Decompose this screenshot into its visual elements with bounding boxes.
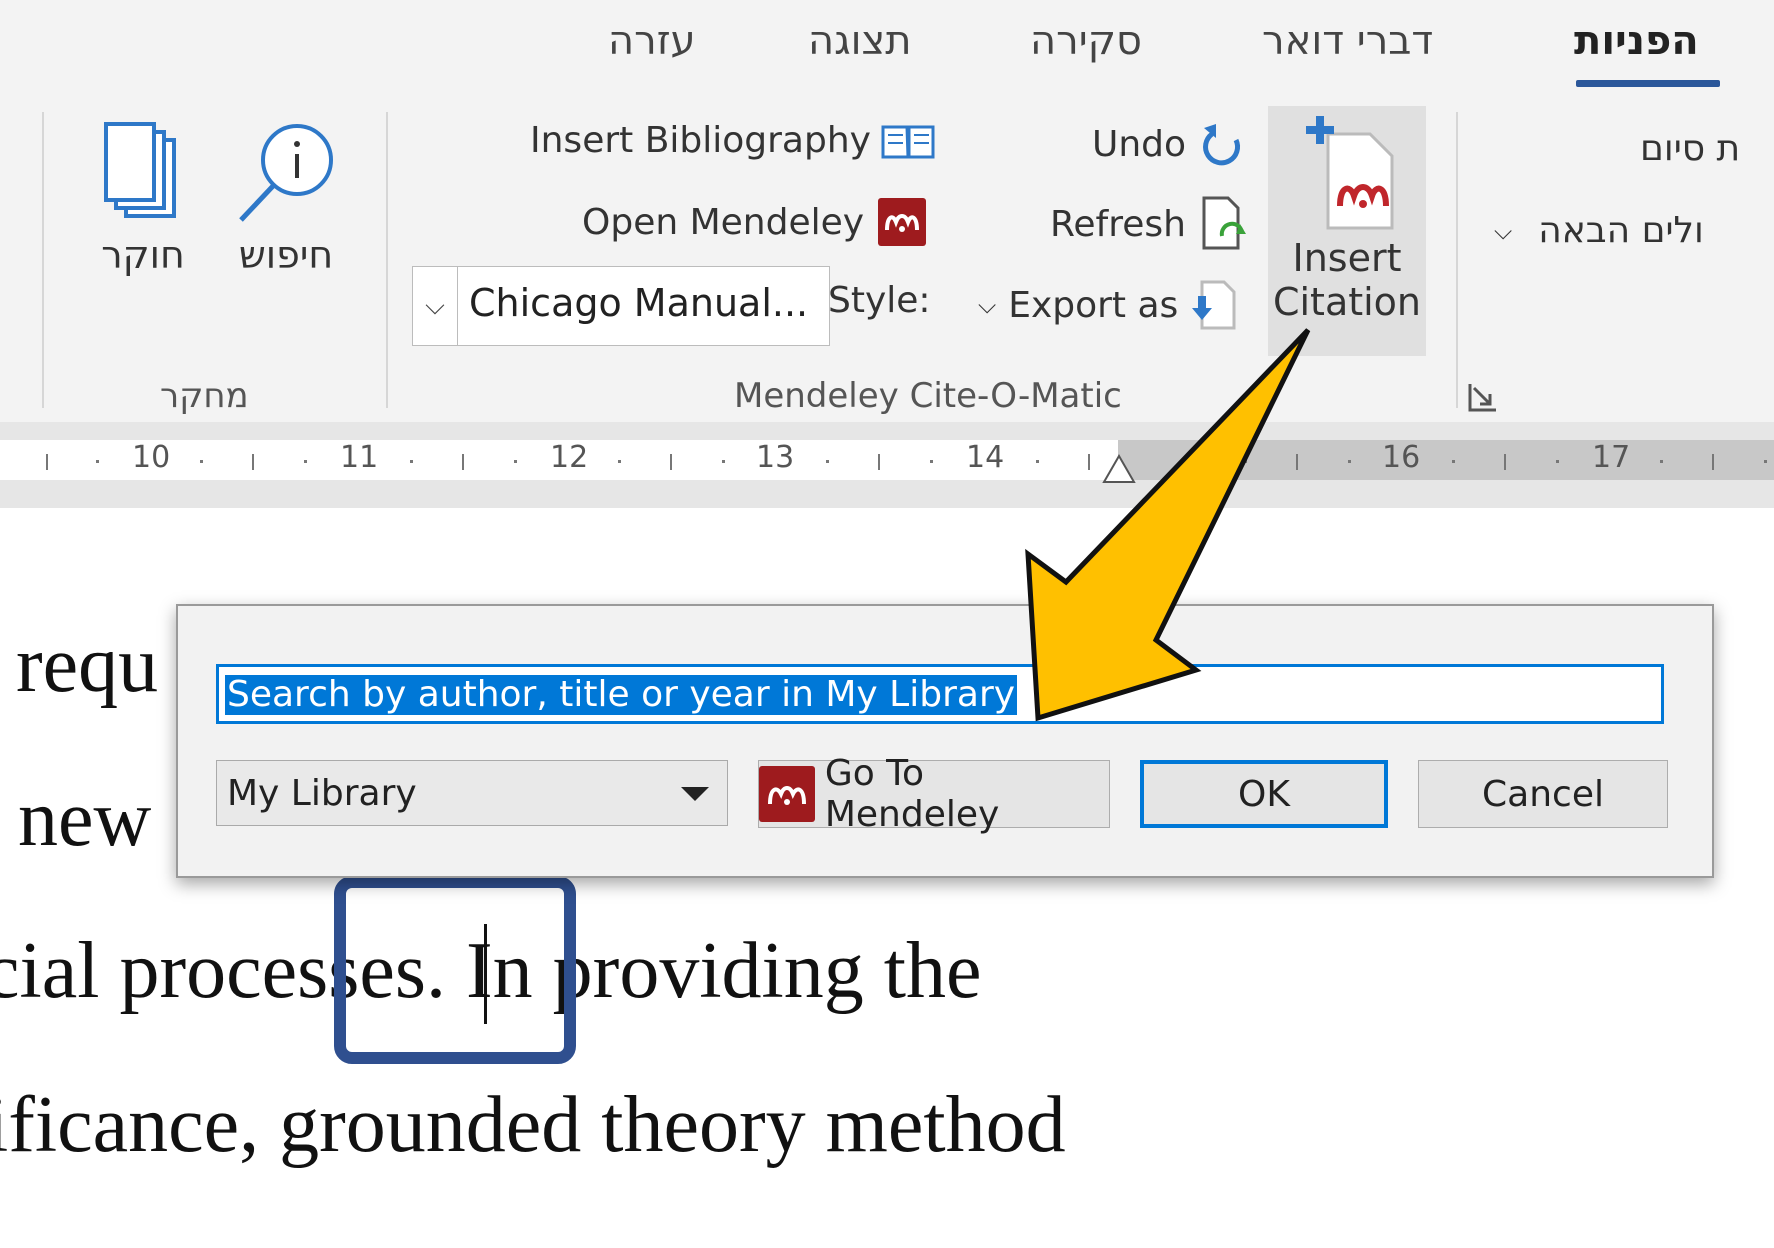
ruler-number: 10 (132, 440, 171, 475)
mendeley-logo-icon (759, 766, 815, 822)
search-placeholder-text: Search by author, title or year in My Li… (225, 674, 1018, 715)
ruler-margin-shade (1118, 440, 1774, 480)
refresh-icon (1202, 196, 1246, 250)
search-label: חיפוש (238, 233, 334, 277)
insert-citation-dialog: Search by author, title or year in My Li… (176, 604, 1714, 878)
dropdown-arrow-icon (681, 787, 709, 801)
indent-marker-icon[interactable] (1102, 454, 1136, 484)
document-line[interactable]: ificance, grounded theory method (0, 1080, 1066, 1171)
library-select-value: My Library (227, 773, 417, 814)
citation-style-value: Chicago Manual... (469, 281, 809, 325)
open-mendeley-label: Open Mendeley (582, 201, 865, 243)
group-divider (42, 112, 44, 408)
ok-button[interactable]: OK (1140, 760, 1388, 828)
go-to-mendeley-label: Go To Mendeley (824, 753, 1000, 835)
go-to-mendeley-button[interactable]: Go To Mendeley (758, 753, 1110, 835)
insert-citation-label-line2: Citation (1272, 280, 1422, 324)
tab-review[interactable]: סקירה (1030, 18, 1142, 64)
researcher-icon (104, 122, 176, 218)
insert-bibliography-button[interactable]: Insert Bibliography (530, 120, 935, 161)
tab-references[interactable]: הפניות (1574, 18, 1699, 64)
citation-style-select[interactable]: ⌵ Chicago Manual... (412, 266, 830, 346)
active-tab-underline (1576, 80, 1720, 87)
researcher-label: חוקר (101, 233, 185, 277)
search-info-icon (239, 124, 333, 222)
undo-button[interactable]: Undo (1092, 120, 1246, 168)
insert-citation-icon (1306, 116, 1394, 230)
export-as-label: Export as (1008, 284, 1179, 326)
partial-item-2[interactable]: ⌵ ולים הבאה (1494, 210, 1704, 251)
search-button[interactable]: חיפוש (226, 120, 346, 277)
ruler-number: 12 (550, 440, 589, 475)
group-divider (1456, 112, 1458, 408)
chevron-down-icon: ⌵ (1494, 216, 1513, 245)
tab-help[interactable]: עזרה (608, 18, 696, 64)
open-mendeley-button[interactable]: Open Mendeley (582, 198, 927, 246)
ribbon: הפניות דברי דואר סקירה תצוגה עזרה חוקר ח… (0, 0, 1774, 422)
research-group-label: מחקר (160, 376, 249, 416)
ruler-number: 11 (340, 440, 379, 475)
cursor-highlight-box (334, 876, 576, 1064)
cancel-button[interactable]: Cancel (1418, 760, 1668, 828)
group-divider (386, 112, 388, 408)
undo-icon (1203, 124, 1241, 166)
undo-label: Undo (1092, 123, 1187, 165)
tab-view[interactable]: תצוגה (808, 18, 912, 64)
refresh-button[interactable]: Refresh (1050, 196, 1252, 252)
chevron-down-icon: ⌵ (978, 291, 997, 319)
insert-citation-button[interactable]: Insert Citation (1268, 106, 1426, 356)
horizontal-ruler[interactable]: 10 11 12 13 14 16 17 (0, 440, 1774, 483)
ruler-number: 17 (1592, 440, 1631, 475)
ribbon-tabs: הפניות דברי דואר סקירה תצוגה עזרה (0, 0, 1774, 90)
researcher-button[interactable]: חוקר (88, 120, 198, 277)
book-icon (881, 125, 935, 158)
ruler-number: 13 (756, 440, 795, 475)
tab-mailings[interactable]: דברי דואר (1262, 18, 1433, 64)
citation-search-input[interactable]: Search by author, title or year in My Li… (216, 664, 1664, 724)
document-line[interactable]: new (18, 774, 151, 865)
style-label: Style: (828, 280, 931, 321)
partial-item-2-label: ולים הבאה (1538, 210, 1704, 251)
library-select[interactable]: My Library (216, 760, 728, 826)
export-icon (1192, 280, 1236, 330)
document-line[interactable]: requ (16, 620, 158, 711)
insert-bibliography-label: Insert Bibliography (530, 120, 871, 161)
ruler-number: 14 (966, 440, 1005, 475)
mendeley-logo-icon (878, 198, 927, 246)
export-as-button[interactable]: ⌵ Export as (978, 280, 1236, 330)
ruler-number: 16 (1382, 440, 1421, 475)
mendeley-group-label: Mendeley Cite-O-Matic (734, 376, 1122, 416)
dialog-launcher-icon[interactable] (1466, 380, 1500, 414)
chevron-down-icon[interactable]: ⌵ (413, 267, 458, 345)
partial-item-1[interactable]: ת סיום (1640, 128, 1740, 169)
refresh-label: Refresh (1050, 203, 1186, 245)
insert-citation-label-line1: Insert (1292, 236, 1402, 280)
